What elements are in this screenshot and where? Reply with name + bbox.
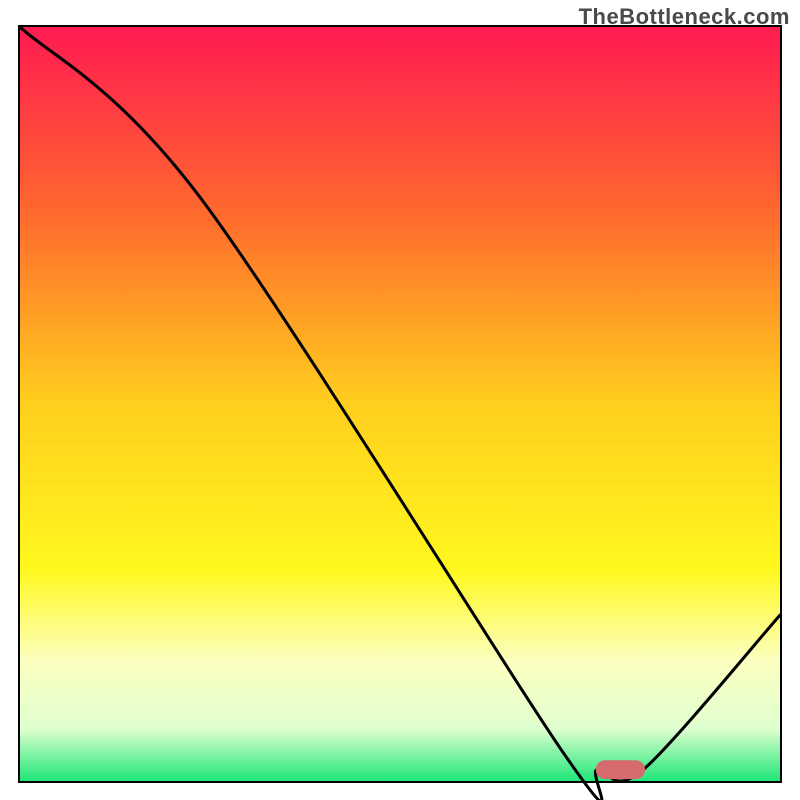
bottleneck-chart: TheBottleneck.com bbox=[0, 0, 800, 800]
plot-svg bbox=[0, 0, 800, 800]
optimal-marker bbox=[596, 760, 645, 779]
gradient-background bbox=[20, 27, 780, 781]
watermark-label: TheBottleneck.com bbox=[579, 4, 790, 30]
